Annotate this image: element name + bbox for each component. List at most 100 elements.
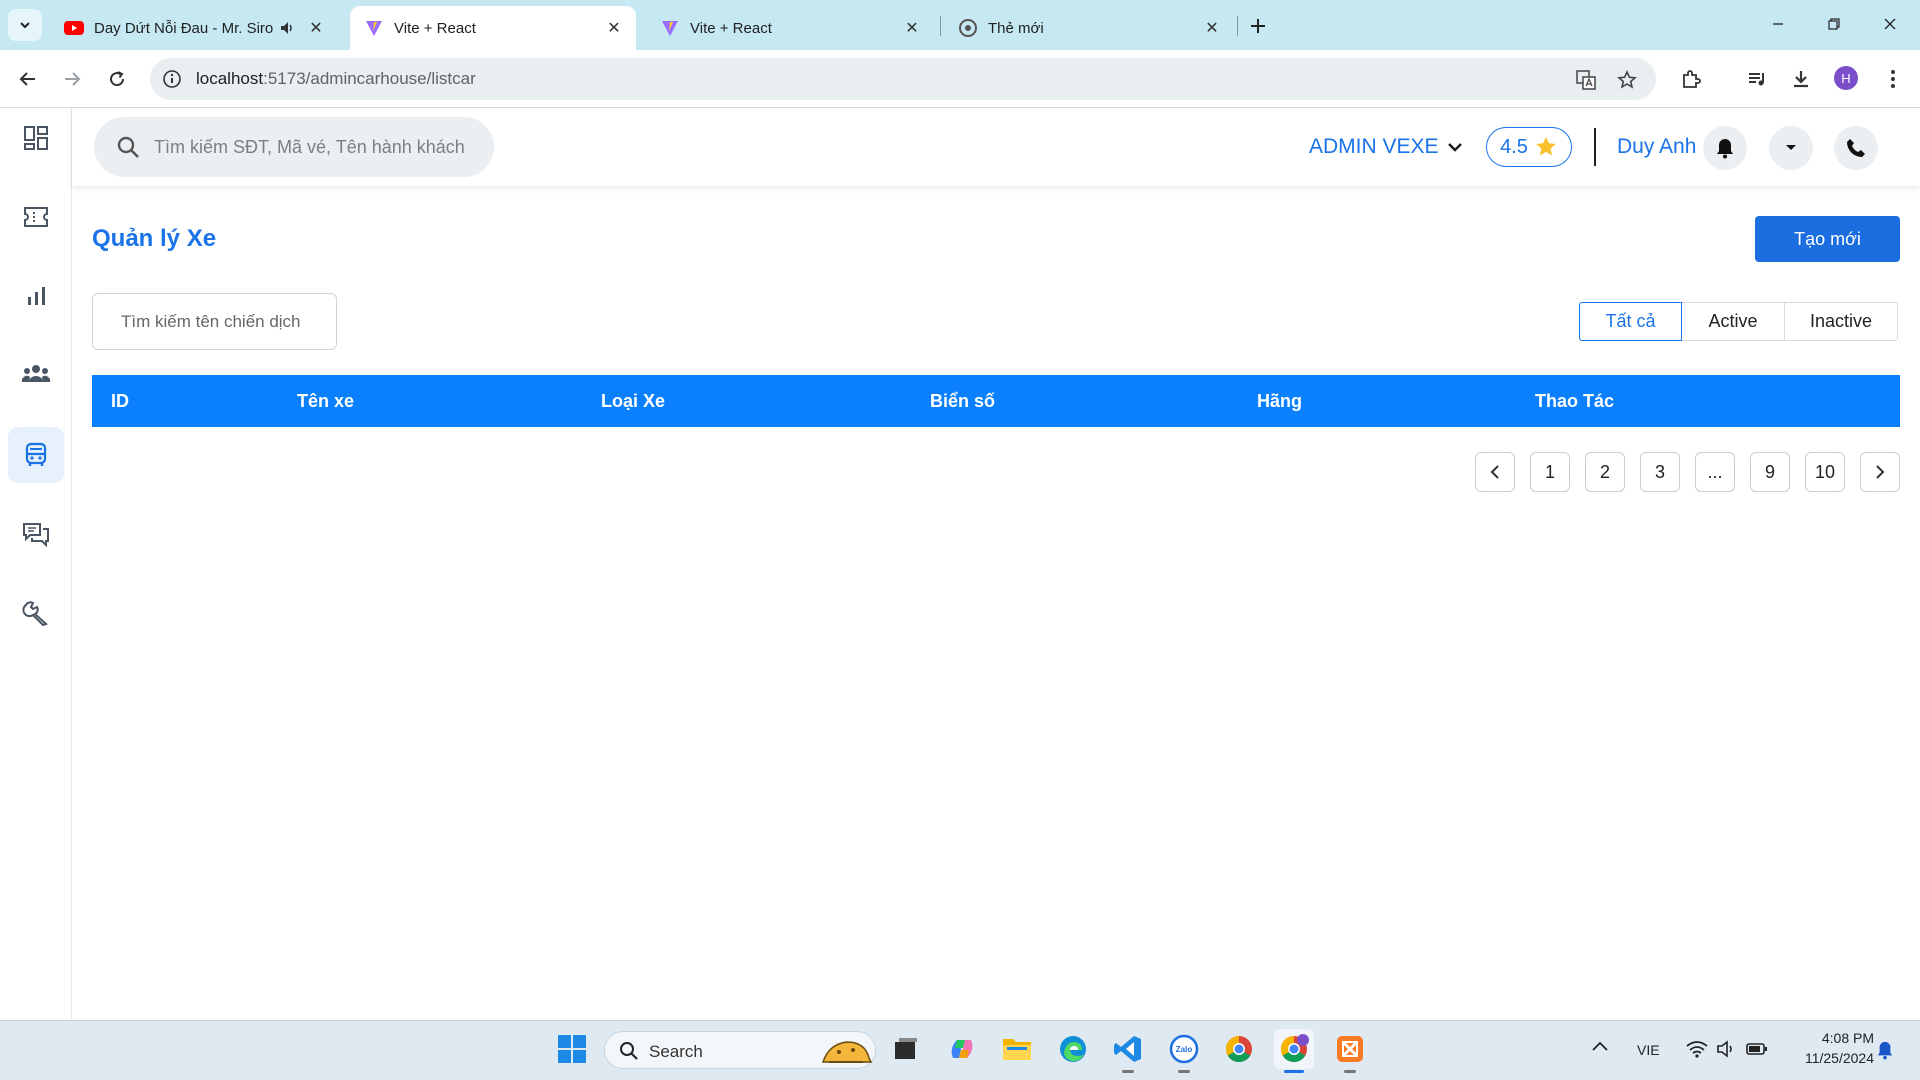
running-indicator xyxy=(1178,1070,1190,1073)
status-filter: Tất cả Active Inactive xyxy=(1579,302,1898,341)
close-tab-icon[interactable]: ✕ xyxy=(304,16,328,40)
sidebar-item-messages[interactable] xyxy=(8,506,64,562)
global-search[interactable] xyxy=(94,117,494,177)
sidebar-item-users[interactable] xyxy=(8,346,64,402)
filter-active[interactable]: Active xyxy=(1681,302,1785,341)
filter-inactive[interactable]: Inactive xyxy=(1784,302,1898,341)
tray-overflow-icon[interactable] xyxy=(1591,1040,1609,1052)
search-icon xyxy=(619,1041,639,1061)
xampp-app[interactable] xyxy=(1330,1029,1370,1069)
notification-bell-icon[interactable] xyxy=(1876,1040,1894,1060)
company-selector[interactable]: ADMIN VEXE xyxy=(1309,135,1463,159)
extensions-icon[interactable] xyxy=(1676,64,1706,94)
page-title: Quản lý Xe xyxy=(92,225,217,252)
page-button[interactable]: 1 xyxy=(1530,452,1570,492)
volume-icon[interactable] xyxy=(1716,1040,1736,1058)
copilot-app[interactable] xyxy=(942,1029,982,1069)
campaign-search-input[interactable] xyxy=(92,293,337,350)
column-header-brand[interactable]: Hãng xyxy=(1257,391,1302,412)
start-button[interactable] xyxy=(552,1029,592,1069)
username[interactable]: Duy Anh xyxy=(1617,135,1696,159)
column-header-name[interactable]: Tên xe xyxy=(297,391,354,412)
global-search-input[interactable] xyxy=(154,133,474,161)
edge-app[interactable] xyxy=(1053,1029,1093,1069)
search-highlight-image xyxy=(819,1036,873,1066)
task-view-icon xyxy=(895,1038,917,1059)
tab-separator xyxy=(1237,16,1238,36)
notifications-button[interactable] xyxy=(1703,126,1747,170)
more-menu-icon[interactable] xyxy=(1878,64,1908,94)
prev-page-button[interactable] xyxy=(1475,452,1515,492)
bookmark-star-icon[interactable] xyxy=(1615,68,1639,92)
browser-tab-vite[interactable]: Vite + React ✕ xyxy=(646,6,934,50)
back-button[interactable] xyxy=(12,63,44,95)
browser-tab-new[interactable]: Thẻ mới ✕ xyxy=(944,6,1234,50)
site-info-icon[interactable] xyxy=(162,69,182,89)
youtube-icon xyxy=(64,18,84,38)
sidebar-item-vehicles[interactable] xyxy=(8,427,64,483)
page-button[interactable]: 2 xyxy=(1585,452,1625,492)
next-page-button[interactable] xyxy=(1860,452,1900,492)
restore-button[interactable] xyxy=(1806,0,1862,48)
app-sidebar xyxy=(0,108,72,1020)
chat-icon xyxy=(23,523,49,547)
media-control-icon[interactable] xyxy=(1742,64,1772,94)
column-header-plate[interactable]: Biển số xyxy=(930,391,995,412)
browser-tabstrip: Day Dứt Nỗi Đau - Mr. Siro ✕ Vite + Reac… xyxy=(0,0,1920,50)
page-button[interactable]: 10 xyxy=(1805,452,1845,492)
taskbar-search[interactable]: Search xyxy=(604,1031,876,1069)
plus-icon xyxy=(1251,19,1265,33)
tab-title: Vite + React xyxy=(690,19,772,37)
dashboard-icon xyxy=(24,126,48,150)
page-button[interactable]: 3 xyxy=(1640,452,1680,492)
close-tab-icon[interactable]: ✕ xyxy=(602,16,626,40)
forward-button[interactable] xyxy=(56,63,88,95)
task-view-app[interactable] xyxy=(886,1029,926,1069)
tab-search-button[interactable] xyxy=(8,9,42,41)
column-header-id[interactable]: ID xyxy=(111,391,129,412)
battery-icon[interactable] xyxy=(1746,1042,1768,1056)
column-header-actions[interactable]: Thao Tác xyxy=(1535,391,1614,412)
new-tab-button[interactable] xyxy=(1244,12,1272,40)
close-window-button[interactable] xyxy=(1862,0,1918,48)
download-icon[interactable] xyxy=(1786,64,1816,94)
taskbar-clock[interactable]: 4:08 PM 11/25/2024 xyxy=(1784,1030,1874,1066)
browser-tab-youtube[interactable]: Day Dứt Nỗi Đau - Mr. Siro ✕ xyxy=(50,6,350,50)
sidebar-item-settings[interactable] xyxy=(8,585,64,641)
file-explorer-app[interactable] xyxy=(997,1029,1037,1069)
create-button[interactable]: Tạo mới xyxy=(1755,216,1900,262)
language-indicator[interactable]: VIE xyxy=(1637,1042,1660,1058)
arrow-left-icon xyxy=(19,72,35,86)
account-menu-button[interactable] xyxy=(1769,126,1813,170)
page-button[interactable]: 9 xyxy=(1750,452,1790,492)
sidebar-item-reports[interactable] xyxy=(8,268,64,324)
close-tab-icon[interactable]: ✕ xyxy=(900,16,924,40)
sidebar-item-tickets[interactable] xyxy=(8,189,64,245)
header-divider xyxy=(1594,128,1596,166)
chevron-down-icon xyxy=(1447,143,1462,152)
profile-avatar[interactable]: H xyxy=(1834,66,1858,90)
browser-toolbar: localhost:5173/admincarhouse/listcar H xyxy=(0,50,1920,140)
vscode-app[interactable] xyxy=(1108,1029,1148,1069)
tab-title: Vite + React xyxy=(394,19,476,37)
wifi-icon[interactable] xyxy=(1686,1040,1708,1058)
minimize-button[interactable] xyxy=(1750,0,1806,48)
browser-tab-vite-active[interactable]: Vite + React ✕ xyxy=(350,6,636,50)
filter-all[interactable]: Tất cả xyxy=(1579,302,1682,341)
close-tab-icon[interactable]: ✕ xyxy=(1200,16,1224,40)
translate-icon[interactable] xyxy=(1574,68,1598,92)
address-bar[interactable]: localhost:5173/admincarhouse/listcar xyxy=(150,58,1656,100)
url-text[interactable]: localhost:5173/admincarhouse/listcar xyxy=(196,69,476,89)
page-ellipsis[interactable]: ... xyxy=(1695,452,1735,492)
zalo-app[interactable]: Zalo xyxy=(1164,1029,1204,1069)
chrome-app[interactable] xyxy=(1219,1029,1259,1069)
chrome-profile-app[interactable] xyxy=(1274,1029,1314,1069)
vehicle-table-header: ID Tên xe Loại Xe Biển số Hãng Thao Tác xyxy=(92,375,1900,427)
phone-button[interactable] xyxy=(1834,126,1878,170)
zalo-icon: Zalo xyxy=(1169,1034,1199,1064)
speaker-icon[interactable] xyxy=(276,20,298,36)
url-path: :5173/admincarhouse/listcar xyxy=(263,69,476,88)
column-header-type[interactable]: Loại Xe xyxy=(601,391,665,412)
reload-button[interactable] xyxy=(101,63,133,95)
sidebar-item-dashboard[interactable] xyxy=(8,110,64,166)
